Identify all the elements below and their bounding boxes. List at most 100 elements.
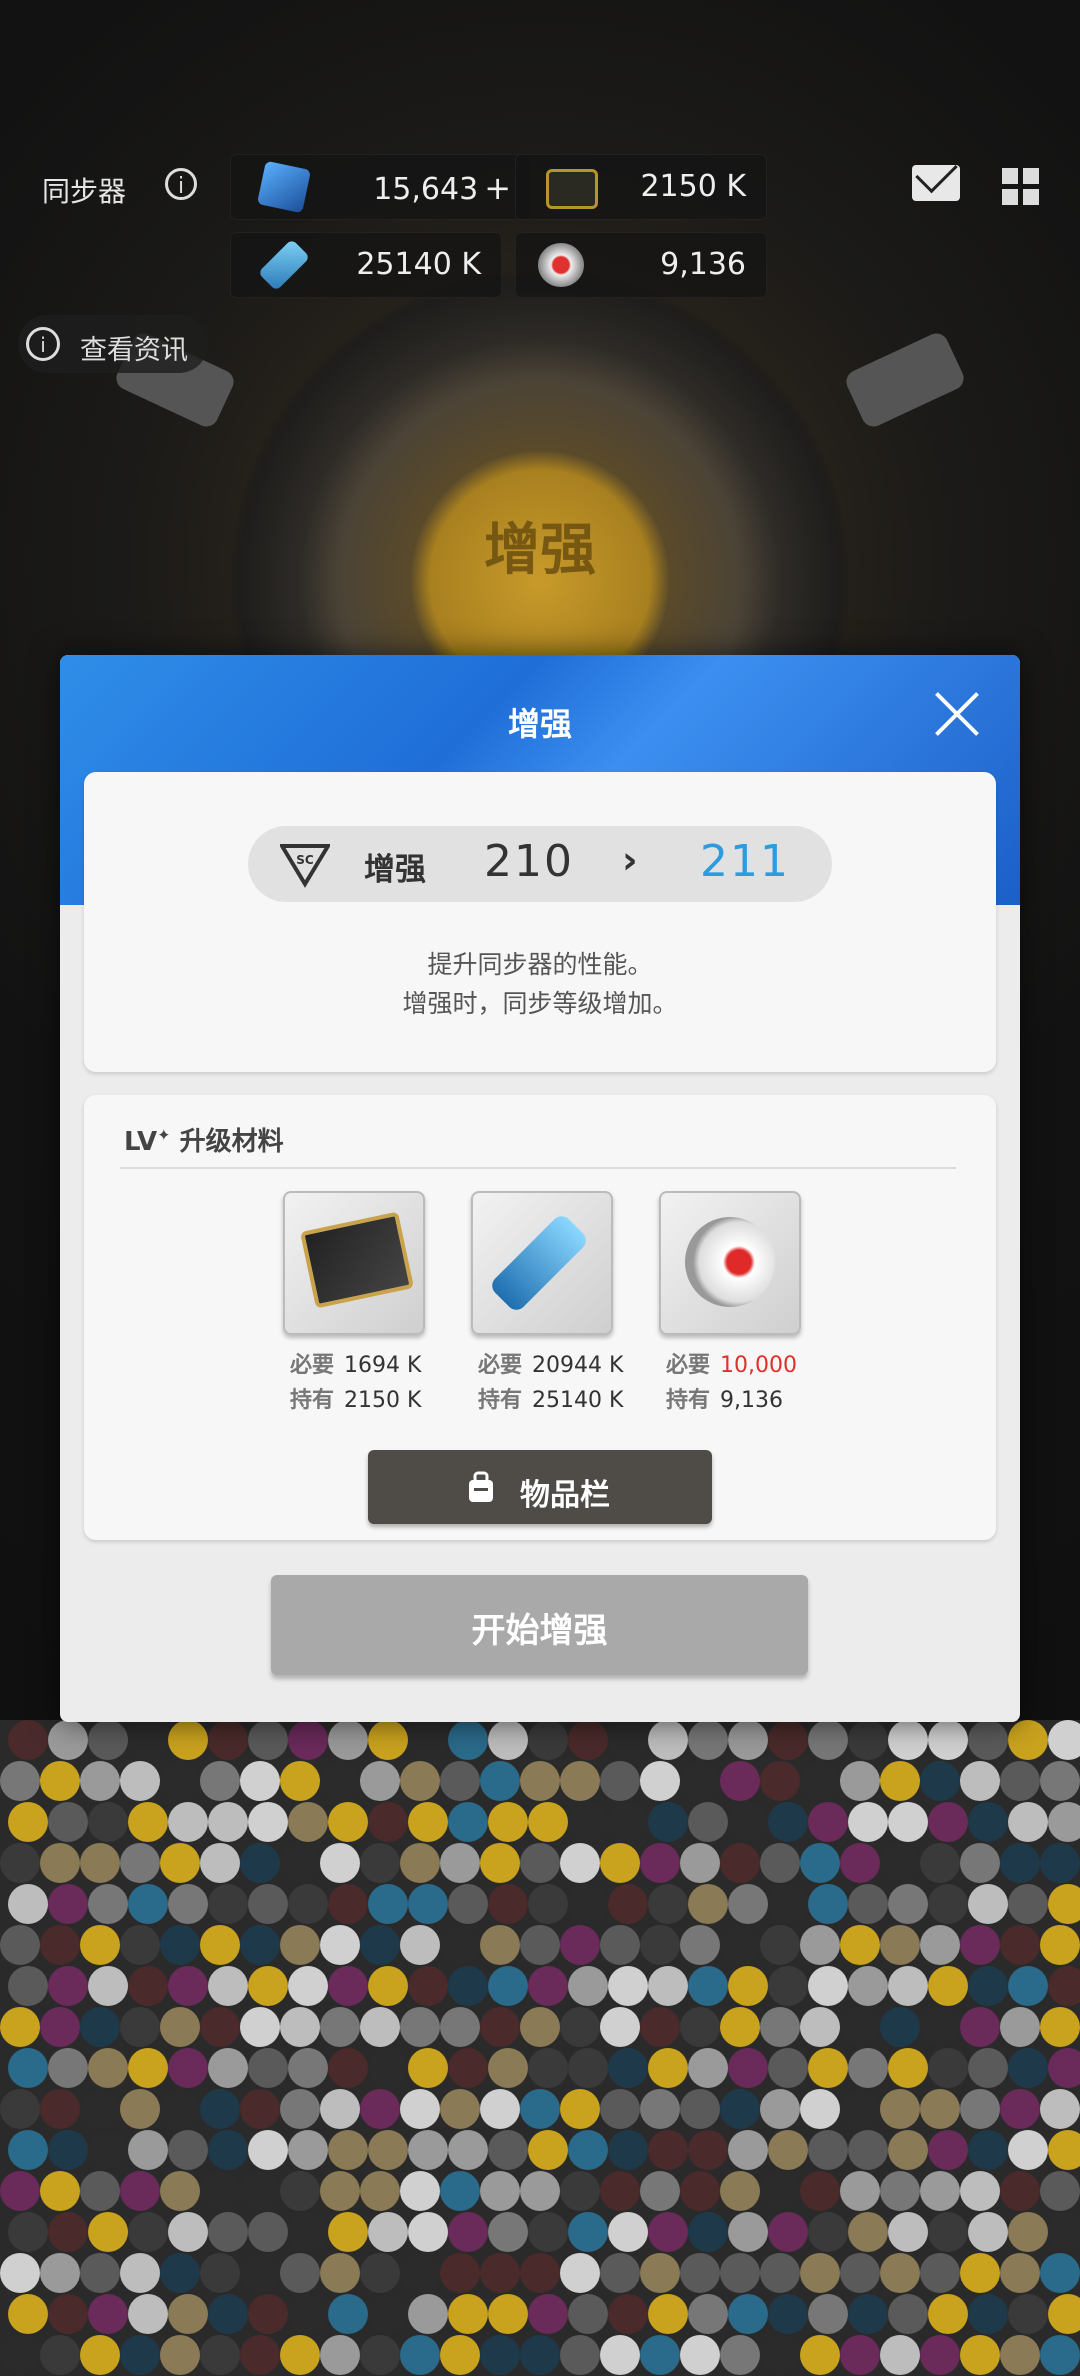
- info-icon[interactable]: i: [165, 168, 197, 200]
- mosaic-dot: [920, 2089, 960, 2129]
- mosaic-dot: [680, 2335, 720, 2375]
- mosaic-dot: [600, 2253, 640, 2293]
- mosaic-dot: [728, 2048, 768, 2088]
- mosaic-dot: [808, 1802, 848, 1842]
- mosaic-dot: [448, 1720, 488, 1760]
- mosaic-dot: [720, 1761, 760, 1801]
- arrow-right-icon: ›: [622, 838, 638, 882]
- mosaic-dot: [648, 1884, 688, 1924]
- mosaic-dot: [800, 2089, 840, 2129]
- mosaic-dot: [888, 1802, 928, 1842]
- mosaic-dot: [1000, 2089, 1040, 2129]
- mosaic-dot: [1000, 2171, 1040, 2211]
- plus-icon[interactable]: +: [484, 169, 511, 207]
- mosaic-dot: [360, 2335, 400, 2375]
- mosaic-dot: [880, 2171, 920, 2211]
- mosaic-dot: [368, 2212, 408, 2252]
- mosaic-dot: [160, 1843, 200, 1883]
- mosaic-dot: [360, 2007, 400, 2047]
- mosaic-dot: [480, 1843, 520, 1883]
- material-item-card[interactable]: [283, 1191, 425, 1335]
- mosaic-dot: [640, 2171, 680, 2211]
- material-usb-drive[interactable]: [471, 1191, 613, 1335]
- mosaic-dot: [280, 1925, 320, 1965]
- mosaic-dot: [1040, 1925, 1080, 1965]
- mosaic-dot: [168, 1802, 208, 1842]
- mosaic-dot: [480, 2089, 520, 2129]
- mosaic-dot: [768, 2294, 808, 2334]
- start-enhance-button[interactable]: 开始增强: [271, 1575, 808, 1675]
- mosaic-dot: [400, 2089, 440, 2129]
- mail-icon[interactable]: [912, 165, 960, 201]
- mosaic-dot: [408, 2212, 448, 2252]
- mosaic-dot: [440, 2335, 480, 2375]
- mosaic-dot: [848, 2294, 888, 2334]
- mosaic-dot: [528, 1802, 568, 1842]
- resource-core-card[interactable]: 2150 K: [515, 154, 767, 220]
- mosaic-dot: [880, 1843, 920, 1883]
- mosaic-dot: [520, 1925, 560, 1965]
- resource-usb-drive[interactable]: 25140 K: [230, 232, 502, 298]
- view-info-button[interactable]: i 查看资讯: [18, 315, 208, 373]
- mosaic-dot: [400, 1843, 440, 1883]
- resource-module-orb[interactable]: 9,136: [515, 232, 767, 298]
- mosaic-dot: [720, 2089, 760, 2129]
- mosaic-dot: [208, 2130, 248, 2170]
- mosaic-dot: [208, 2212, 248, 2252]
- mosaic-dot: [0, 2253, 40, 2293]
- mosaic-dot: [40, 1843, 80, 1883]
- mosaic-dot: [640, 2335, 680, 2375]
- mosaic-dot: [528, 1720, 568, 1760]
- mosaic-dot: [40, 2171, 80, 2211]
- mosaic-dot: [80, 2007, 120, 2047]
- resource-value: 9,136: [660, 247, 746, 282]
- mosaic-dot: [128, 1966, 168, 2006]
- mosaic-dot: [568, 1884, 608, 1924]
- mosaic-dot: [368, 1884, 408, 1924]
- level-change: SC 增强 210 › 211: [248, 826, 832, 902]
- mosaic-dot: [720, 2335, 760, 2375]
- mosaic-dot: [48, 2048, 88, 2088]
- mosaic-dot: [600, 1761, 640, 1801]
- material-owned: 持有 2150 K: [290, 1388, 422, 1413]
- mosaic-dot: [280, 1843, 320, 1883]
- mosaic-dot: [8, 2212, 48, 2252]
- mosaic-dot: [128, 1802, 168, 1842]
- mosaic-dot: [480, 2171, 520, 2211]
- mosaic-dot: [600, 2007, 640, 2047]
- mosaic-dot: [608, 2130, 648, 2170]
- mosaic-dot: [1048, 2294, 1080, 2334]
- mosaic-dot: [8, 1802, 48, 1842]
- description-line-1: 提升同步器的性能。: [427, 950, 653, 979]
- inventory-button[interactable]: 物品栏: [368, 1450, 712, 1524]
- menu-grid-icon[interactable]: [1002, 168, 1040, 206]
- close-button[interactable]: [932, 689, 982, 739]
- mosaic-dot: [960, 2089, 1000, 2129]
- mosaic-dot: [520, 2007, 560, 2047]
- mosaic-dot: [120, 1925, 160, 1965]
- mosaic-dot: [800, 1761, 840, 1801]
- mosaic-dot: [1008, 1966, 1048, 2006]
- mosaic-dot: [560, 1843, 600, 1883]
- mosaic-dot: [968, 2130, 1008, 2170]
- mosaic-dot: [1000, 1843, 1040, 1883]
- usb-drive-icon: [257, 238, 311, 292]
- mosaic-dot: [1040, 1843, 1080, 1883]
- materials-card: LV✦ 升级材料 必要 1694 K 持有 2150 K 必要 20944 K 持有 2…: [84, 1095, 996, 1540]
- mosaic-dot: [720, 1843, 760, 1883]
- mosaic-dot: [528, 2048, 568, 2088]
- mosaic-dot: [80, 1843, 120, 1883]
- mosaic-dot: [80, 2089, 120, 2129]
- resource-crystal[interactable]: 15,643 +: [230, 154, 532, 220]
- material-eye-orb[interactable]: [659, 1191, 801, 1335]
- mosaic-dot: [440, 2253, 480, 2293]
- mosaic-dot: [560, 2089, 600, 2129]
- mosaic-dot: [408, 1720, 448, 1760]
- mosaic-dot: [8, 2294, 48, 2334]
- mosaic-dot: [248, 1720, 288, 1760]
- mosaic-dot: [648, 2212, 688, 2252]
- page-title: 同步器: [42, 175, 127, 208]
- mosaic-dot: [928, 2294, 968, 2334]
- mosaic-dot: [40, 2007, 80, 2047]
- mosaic-dot: [88, 1884, 128, 1924]
